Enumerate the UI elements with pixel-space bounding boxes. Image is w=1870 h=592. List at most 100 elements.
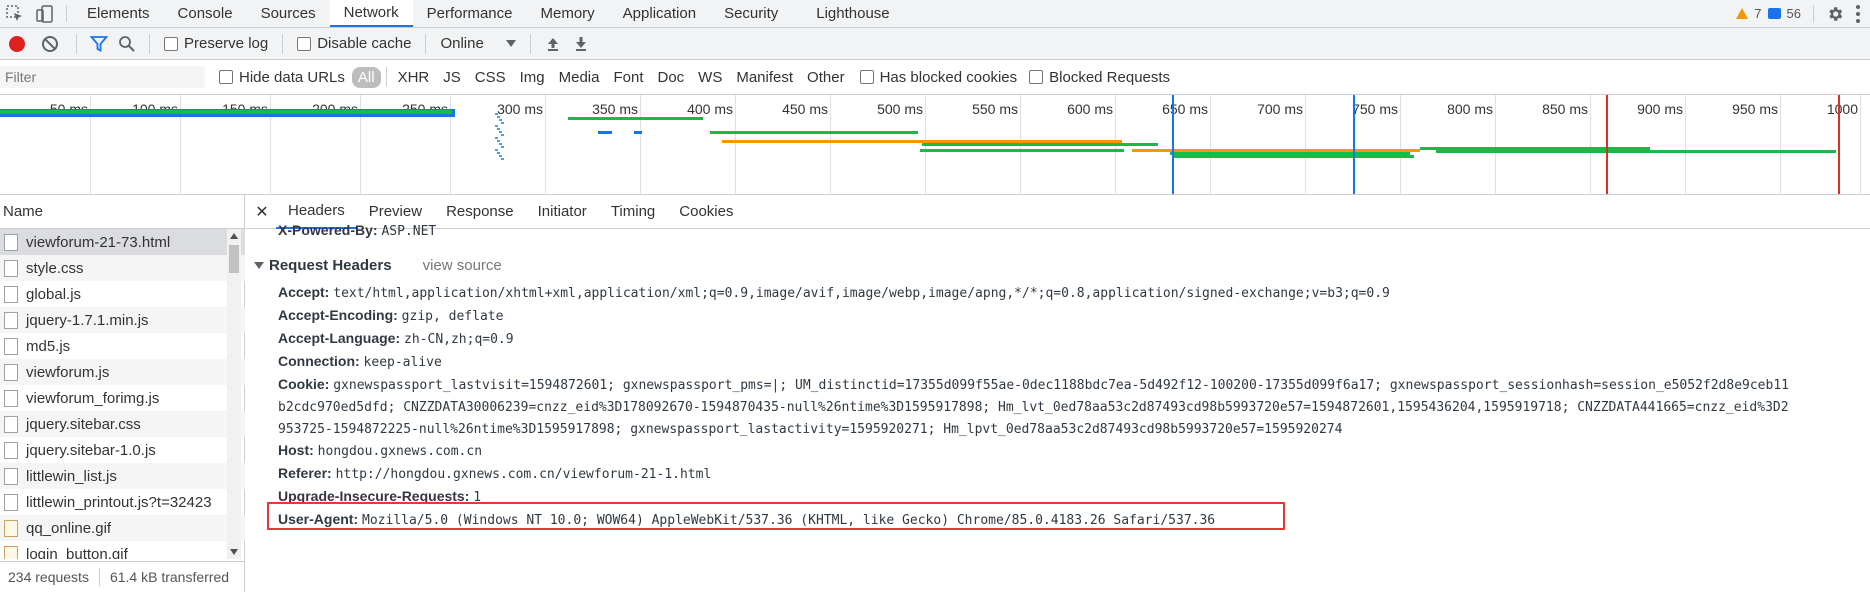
disable-cache-checkbox[interactable]: Disable cache	[297, 35, 411, 52]
filter-icon[interactable]	[88, 33, 110, 55]
tab-network[interactable]: Network	[329, 0, 413, 27]
type-filter-ws[interactable]: WS	[692, 67, 728, 88]
device-toolbar-icon[interactable]	[30, 0, 60, 27]
request-row[interactable]: style.css	[0, 255, 245, 281]
type-filter-img[interactable]: Img	[514, 67, 551, 88]
blocked-requests-checkbox[interactable]: Blocked Requests	[1029, 69, 1170, 86]
header-value: text/html,application/xhtml+xml,applicat…	[333, 286, 1390, 301]
checkbox-box[interactable]	[219, 70, 233, 84]
request-row[interactable]: littlewin_printout.js?t=32423	[0, 489, 245, 515]
view-source-link[interactable]: view source	[423, 257, 502, 274]
request-name: qq_online.gif	[26, 519, 112, 537]
message-icon[interactable]	[1767, 8, 1781, 19]
network-overview-timeline[interactable]: 50 ms100 ms150 ms200 ms250 ms300 ms350 m…	[0, 95, 1870, 195]
request-row[interactable]: littlewin_list.js	[0, 463, 245, 489]
timeline-request-bar	[710, 131, 918, 134]
tab-sources[interactable]: Sources	[247, 0, 330, 27]
request-row[interactable]: jquery.sitebar.css	[0, 411, 245, 437]
toolbar-divider	[1813, 4, 1814, 23]
network-toolbar: Preserve log Disable cache Online	[0, 28, 1870, 60]
tab-application[interactable]: Application	[609, 0, 710, 27]
type-filter-all[interactable]: All	[351, 66, 381, 88]
more-options-icon[interactable]	[1856, 4, 1860, 23]
throttling-value: Online	[440, 35, 484, 52]
status-divider	[98, 568, 100, 586]
type-filter-css[interactable]: CSS	[469, 67, 512, 88]
request-row[interactable]: login_button.gif	[0, 541, 245, 559]
checkbox-box[interactable]	[1029, 70, 1044, 84]
image-icon	[4, 545, 18, 559]
timeline-request-bar	[634, 131, 642, 134]
import-har-icon[interactable]	[542, 33, 564, 55]
column-header-name[interactable]: Name	[0, 195, 244, 229]
hide-data-urls-checkbox[interactable]: Hide data URLs	[219, 69, 345, 86]
request-row[interactable]: viewforum_forimg.js	[0, 385, 245, 411]
tab-initiator[interactable]: Initiator	[526, 195, 599, 229]
timeline-tick-label: 400 ms	[687, 101, 733, 117]
document-icon	[4, 363, 18, 381]
timeline-tick-label: 300 ms	[497, 101, 543, 117]
timeline-tick-label: 950 ms	[1732, 101, 1778, 117]
request-row[interactable]: viewforum-21-73.html	[0, 229, 245, 255]
triangle-expanded-icon	[254, 262, 264, 269]
clear-button[interactable]	[42, 35, 58, 52]
document-icon	[4, 311, 18, 329]
scroll-down-arrow-icon[interactable]	[230, 549, 238, 555]
request-row[interactable]: jquery.sitebar-1.0.js	[0, 437, 245, 463]
has-blocked-cookies-label: Has blocked cookies	[879, 68, 1018, 86]
filter-input[interactable]	[0, 66, 205, 88]
type-filter-js[interactable]: JS	[437, 67, 467, 88]
scroll-up-arrow-icon[interactable]	[230, 233, 238, 239]
tab-security[interactable]: Security	[710, 0, 792, 27]
tab-memory[interactable]: Memory	[527, 0, 609, 27]
tab-console[interactable]: Console	[164, 0, 247, 27]
timeline-request-bar	[497, 152, 500, 154]
header-value: gxnewspassport_lastvisit=1594872601; gxn…	[333, 378, 1789, 393]
preserve-log-checkbox[interactable]: Preserve log	[164, 35, 268, 52]
settings-gear-icon[interactable]	[1826, 5, 1844, 23]
tab-timing[interactable]: Timing	[599, 195, 667, 229]
issues-area: 7 56	[1736, 0, 1870, 27]
request-row[interactable]: md5.js	[0, 333, 245, 359]
tab-elements[interactable]: Elements	[73, 0, 164, 27]
inspect-element-icon[interactable]	[0, 0, 30, 27]
request-name: littlewin_printout.js?t=32423	[26, 493, 212, 511]
timeline-request-bar	[568, 117, 703, 120]
tab-response[interactable]: Response	[434, 195, 526, 229]
search-icon[interactable]	[116, 33, 138, 55]
throttling-select[interactable]: Online	[434, 35, 521, 52]
request-row[interactable]: global.js	[0, 281, 245, 307]
request-list-scrollbar[interactable]	[227, 229, 241, 559]
tab-performance[interactable]: Performance	[413, 0, 527, 27]
messages-count[interactable]: 56	[1787, 6, 1801, 21]
type-filter-media[interactable]: Media	[553, 67, 606, 88]
timeline-gridline	[1210, 95, 1211, 194]
timeline-tick-label: 800 ms	[1447, 101, 1493, 117]
export-har-icon[interactable]	[570, 33, 592, 55]
tab-lighthouse[interactable]: Lighthouse	[802, 0, 903, 27]
type-filter-manifest[interactable]: Manifest	[730, 67, 799, 88]
timeline-request-bar	[1436, 150, 1836, 153]
warning-icon[interactable]	[1736, 8, 1749, 19]
checkbox-box[interactable]	[164, 36, 178, 51]
request-row[interactable]: qq_online.gif	[0, 515, 245, 541]
checkbox-box[interactable]	[859, 70, 874, 84]
warnings-count[interactable]: 7	[1754, 6, 1761, 21]
tab-cookies[interactable]: Cookies	[667, 195, 745, 229]
request-name: viewforum.js	[26, 363, 110, 381]
request-row[interactable]: viewforum.js	[0, 359, 245, 385]
type-filter-font[interactable]: Font	[607, 67, 649, 88]
checkbox-box[interactable]	[297, 36, 312, 51]
close-icon[interactable]: ✕	[248, 202, 276, 222]
type-filter-xhr[interactable]: XHR	[392, 67, 436, 88]
request-name: global.js	[26, 285, 82, 303]
has-blocked-cookies-checkbox[interactable]: Has blocked cookies	[859, 68, 1018, 86]
type-filter-other[interactable]: Other	[801, 67, 851, 88]
request-name: viewforum_forimg.js	[26, 389, 160, 407]
request-row[interactable]: jquery-1.7.1.min.js	[0, 307, 245, 333]
request-headers-section-toggle[interactable]: Request Headers view source	[254, 257, 502, 274]
document-icon	[4, 285, 18, 303]
type-filter-doc[interactable]: Doc	[651, 67, 690, 88]
record-button[interactable]	[9, 35, 25, 52]
scrollbar-thumb[interactable]	[229, 245, 239, 273]
